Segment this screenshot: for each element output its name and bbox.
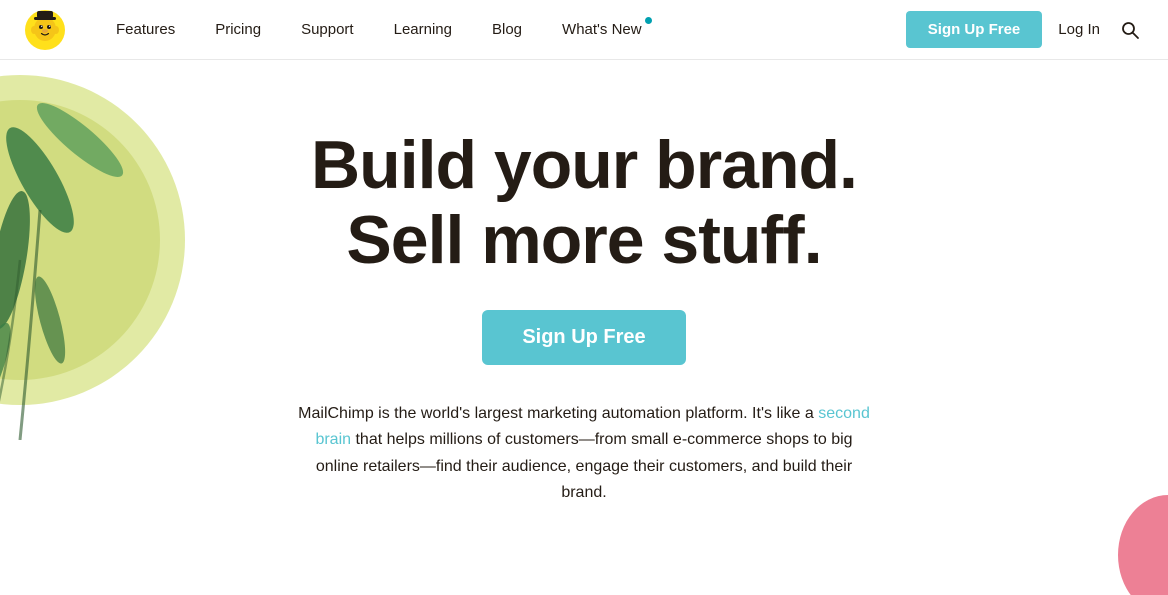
deco-right (1108, 475, 1168, 595)
nav-item-whats-new[interactable]: What's New (544, 13, 660, 46)
hero-content: Build your brand. Sell more stuff. Sign … (294, 128, 874, 506)
nav-item-features[interactable]: Features (98, 13, 193, 46)
hero-section: Build your brand. Sell more stuff. Sign … (0, 60, 1168, 595)
hero-headline: Build your brand. Sell more stuff. (294, 128, 874, 278)
nav-item-learning[interactable]: Learning (376, 13, 470, 46)
logo[interactable] (24, 9, 66, 51)
main-navigation: Features Pricing Support Learning Blog W… (98, 13, 906, 46)
hero-signup-button[interactable]: Sign Up Free (482, 310, 685, 365)
navbar: Features Pricing Support Learning Blog W… (0, 0, 1168, 60)
nav-item-pricing[interactable]: Pricing (197, 13, 279, 46)
description-after: that helps millions of customers—from sm… (316, 431, 853, 501)
description-before: MailChimp is the world's largest marketi… (298, 405, 814, 422)
deco-left (0, 60, 200, 440)
search-button[interactable] (1116, 16, 1144, 44)
navbar-right: Sign Up Free Log In (906, 11, 1144, 48)
nav-item-support[interactable]: Support (283, 13, 372, 46)
nav-signup-button[interactable]: Sign Up Free (906, 11, 1043, 48)
logo-icon (24, 9, 66, 51)
nav-login-link[interactable]: Log In (1058, 21, 1100, 38)
hero-description: MailChimp is the world's largest marketi… (294, 401, 874, 507)
nav-item-blog[interactable]: Blog (474, 13, 540, 46)
search-icon (1120, 20, 1140, 40)
